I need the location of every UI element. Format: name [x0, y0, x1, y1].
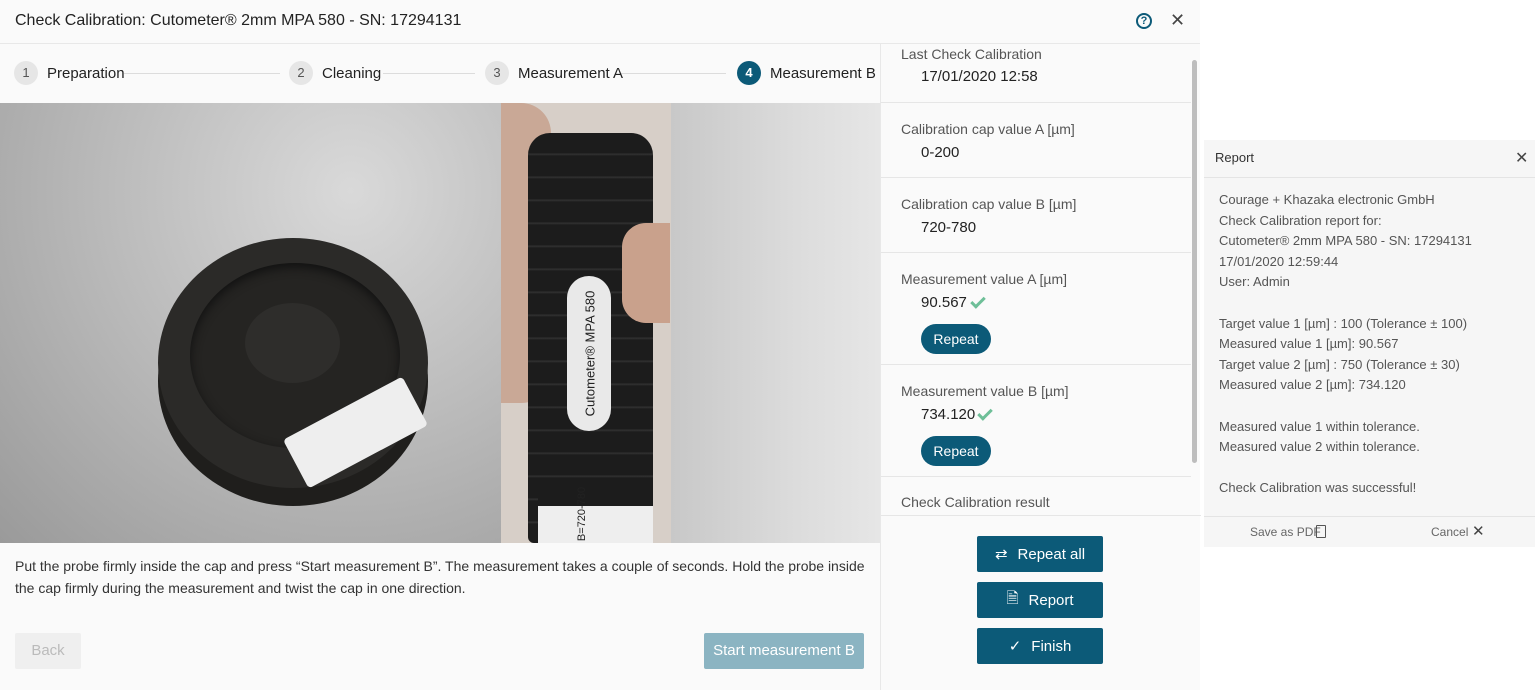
- report-label: Report: [1028, 591, 1074, 609]
- save-as-pdf-button[interactable]: Save as PDF: [1250, 525, 1321, 539]
- photo-background: [671, 103, 880, 543]
- step-measurement-b[interactable]: 4 Measurement B: [737, 61, 876, 85]
- measurement-a-value: 90.567: [921, 294, 967, 311]
- stepper: 1 Preparation 2 Cleaning 3 Measurement A…: [0, 44, 880, 103]
- measurement-b-label: Measurement value B [µm]: [901, 383, 1069, 399]
- step-label: Cleaning: [322, 64, 382, 82]
- report-header: Report ✕: [1204, 140, 1535, 178]
- repeat-a-button[interactable]: Repeat: [921, 324, 991, 354]
- step-preparation[interactable]: 1 Preparation: [14, 61, 125, 85]
- instruction-text: Put the probe firmly inside the cap and …: [15, 558, 865, 596]
- measurement-a-section: Measurement value A [µm] 90.567 Repeat: [881, 253, 1191, 365]
- back-button[interactable]: Back: [15, 633, 81, 669]
- step-number: 4: [737, 61, 761, 85]
- step-cleaning[interactable]: 2 Cleaning: [289, 61, 381, 85]
- step-number: 2: [289, 61, 313, 85]
- result-section: Check Calibration result: [881, 477, 1191, 516]
- repeat-all-label: Repeat all: [1017, 545, 1086, 563]
- step-label: Measurement A: [518, 64, 624, 82]
- result-label: Check Calibration result: [901, 494, 1050, 510]
- measurement-b-value: 734.120: [921, 406, 976, 423]
- measurement-b-section: Measurement value B [µm] 734.120 Repeat: [881, 365, 1191, 477]
- step-measurement-a[interactable]: 3 Measurement A: [485, 61, 623, 85]
- repeat-all-button[interactable]: ⇄ Repeat all: [977, 536, 1103, 572]
- finish-button[interactable]: ✓ Finish: [977, 628, 1103, 664]
- instruction-photo: Cutometer® MPA 580 B=720-780: [0, 103, 880, 543]
- cap-a-section: Calibration cap value A [µm] 0-200: [881, 103, 1191, 178]
- hand-thumb: [622, 223, 670, 323]
- measurement-a-label: Measurement value A [µm]: [901, 271, 1068, 287]
- document-icon: 🗎: [1006, 589, 1019, 607]
- cap-b-value: 720-780: [921, 219, 977, 236]
- report-body: Courage + Khazaka electronic GmbH Check …: [1219, 192, 1472, 496]
- last-check-value: 17/01/2020 12:58: [921, 68, 1038, 85]
- dialog-title: Check Calibration: Cutometer® 2mm MPA 58…: [15, 12, 462, 29]
- repeat-icon: ⇄: [994, 546, 1008, 563]
- report-footer: Save as PDF Cancel ✕: [1204, 516, 1535, 547]
- step-number: 1: [14, 61, 38, 85]
- step-label: Measurement B: [770, 64, 876, 82]
- step-connector: [620, 73, 726, 74]
- close-icon[interactable]: ✕: [1515, 148, 1528, 168]
- pdf-file-icon[interactable]: [1316, 525, 1326, 538]
- checkmark-icon: ✓: [1008, 638, 1022, 655]
- cap-a-value: 0-200: [921, 144, 960, 161]
- last-check-label: Last Check Calibration: [901, 46, 1042, 62]
- cancel-button[interactable]: Cancel: [1431, 525, 1468, 539]
- summary-scrollbar[interactable]: [1192, 60, 1197, 463]
- repeat-b-button[interactable]: Repeat: [921, 436, 991, 466]
- calibration-cap-photo: [0, 103, 501, 543]
- check-icon: [977, 405, 993, 421]
- divider: [881, 515, 1201, 516]
- help-icon[interactable]: ?: [1136, 13, 1152, 29]
- probe-cap-text: B=720-780: [576, 486, 589, 542]
- report-panel: Report ✕ Courage + Khazaka electronic Gm…: [1204, 140, 1535, 547]
- cap-b-label: Calibration cap value B [µm]: [901, 196, 1077, 212]
- step-connector: [124, 73, 280, 74]
- check-icon: [970, 293, 986, 309]
- cap-a-label: Calibration cap value A [µm]: [901, 121, 1075, 137]
- step-label: Preparation: [47, 64, 125, 82]
- start-measurement-button[interactable]: Start measurement B: [704, 633, 864, 669]
- summary-scroll-area[interactable]: Last Check Calibration 17/01/2020 12:58 …: [881, 44, 1201, 516]
- finish-label: Finish: [1031, 637, 1072, 655]
- probe-brand-text: Cutometer® MPA 580: [582, 290, 598, 417]
- probe-cap: [538, 498, 653, 543]
- step-connector: [383, 73, 475, 74]
- cap-b-section: Calibration cap value B [µm] 720-780: [881, 178, 1191, 253]
- dialog-header: Check Calibration: Cutometer® 2mm MPA 58…: [0, 0, 1200, 44]
- report-button[interactable]: 🗎 Report: [977, 582, 1103, 618]
- last-check-section: Last Check Calibration 17/01/2020 12:58: [881, 44, 1191, 103]
- report-title: Report: [1215, 150, 1255, 165]
- close-icon[interactable]: ✕: [1170, 11, 1185, 29]
- cap-center: [245, 303, 340, 383]
- step-number: 3: [485, 61, 509, 85]
- close-icon[interactable]: ✕: [1472, 522, 1485, 540]
